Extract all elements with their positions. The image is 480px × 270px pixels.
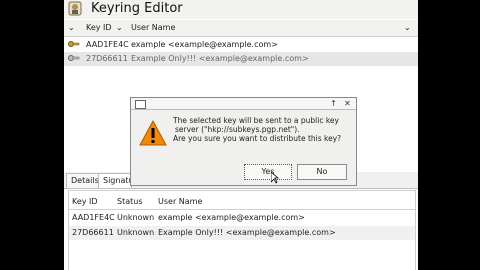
no-button[interactable]: No xyxy=(297,164,347,180)
column-status[interactable]: Status xyxy=(117,197,143,206)
column-user-name[interactable]: User Name xyxy=(131,23,175,32)
tab-details[interactable]: Details xyxy=(66,173,100,188)
user-name: Example Only!!! <example@example.com> xyxy=(158,228,336,237)
key-id: AAD1FE4C xyxy=(86,40,129,49)
yes-button[interactable]: Yes xyxy=(244,164,292,180)
column-key-id-chevron-icon[interactable]: ⌄ xyxy=(116,23,123,32)
signature-row[interactable]: AAD1FE4C Unknown example <example@exampl… xyxy=(69,211,415,225)
signature-row[interactable]: 27D66611 Unknown Example Only!!! <exampl… xyxy=(69,226,415,240)
key-id: 27D66611 xyxy=(86,54,128,63)
collapse-chevron-icon[interactable]: ⌄ xyxy=(68,23,75,32)
status: Unknown xyxy=(117,213,155,222)
dialog-title-bar: ↑ ✕ xyxy=(131,98,356,110)
keyring-editor-window: Keyring Editor ⌄ Key ID ⌄ User Name ⌄ AA… xyxy=(64,0,418,270)
key-pair-icon xyxy=(68,39,80,51)
public-key-icon xyxy=(68,53,80,65)
right-black-bar xyxy=(418,0,480,270)
dialog-message: The selected key will be sent to a publi… xyxy=(173,116,342,143)
signatures-header: Key ID Status User Name xyxy=(69,195,415,210)
column-user-name[interactable]: User Name xyxy=(158,197,202,206)
signatures-table: Key ID Status User Name AAD1FE4C Unknown… xyxy=(68,190,416,270)
key-id: AAD1FE4C xyxy=(72,213,115,222)
key-list-header: ⌄ Key ID ⌄ User Name ⌄ xyxy=(64,20,418,37)
title-bar: Keyring Editor xyxy=(64,0,418,19)
distribute-key-dialog: ↑ ✕ The selected key will be sent to a p… xyxy=(130,97,357,186)
user-name: example <example@example.com> xyxy=(131,40,278,49)
warning-icon xyxy=(139,119,167,148)
key-row[interactable]: AAD1FE4C example <example@example.com> xyxy=(64,38,418,52)
mouse-cursor-icon xyxy=(270,171,280,186)
column-key-id[interactable]: Key ID xyxy=(72,197,98,206)
user-name: Example Only!!! <example@example.com> xyxy=(131,54,309,63)
left-black-bar xyxy=(0,0,64,270)
dialog-window-icon xyxy=(135,100,146,109)
column-key-id[interactable]: Key ID xyxy=(86,23,112,32)
user-name: example <example@example.com> xyxy=(158,213,305,222)
key-id: 27D66611 xyxy=(72,228,114,237)
status: Unknown xyxy=(117,228,155,237)
maximize-icon[interactable]: ↑ xyxy=(329,99,338,108)
key-row-selected[interactable]: 27D66611 Example Only!!! <example@exampl… xyxy=(64,52,418,66)
window-title: Keyring Editor xyxy=(91,1,183,16)
close-icon[interactable]: ✕ xyxy=(343,99,352,108)
tab-signatures[interactable]: Signatu xyxy=(98,173,134,188)
keyring-app-icon xyxy=(68,1,82,16)
column-user-name-chevron-icon[interactable]: ⌄ xyxy=(404,23,411,32)
